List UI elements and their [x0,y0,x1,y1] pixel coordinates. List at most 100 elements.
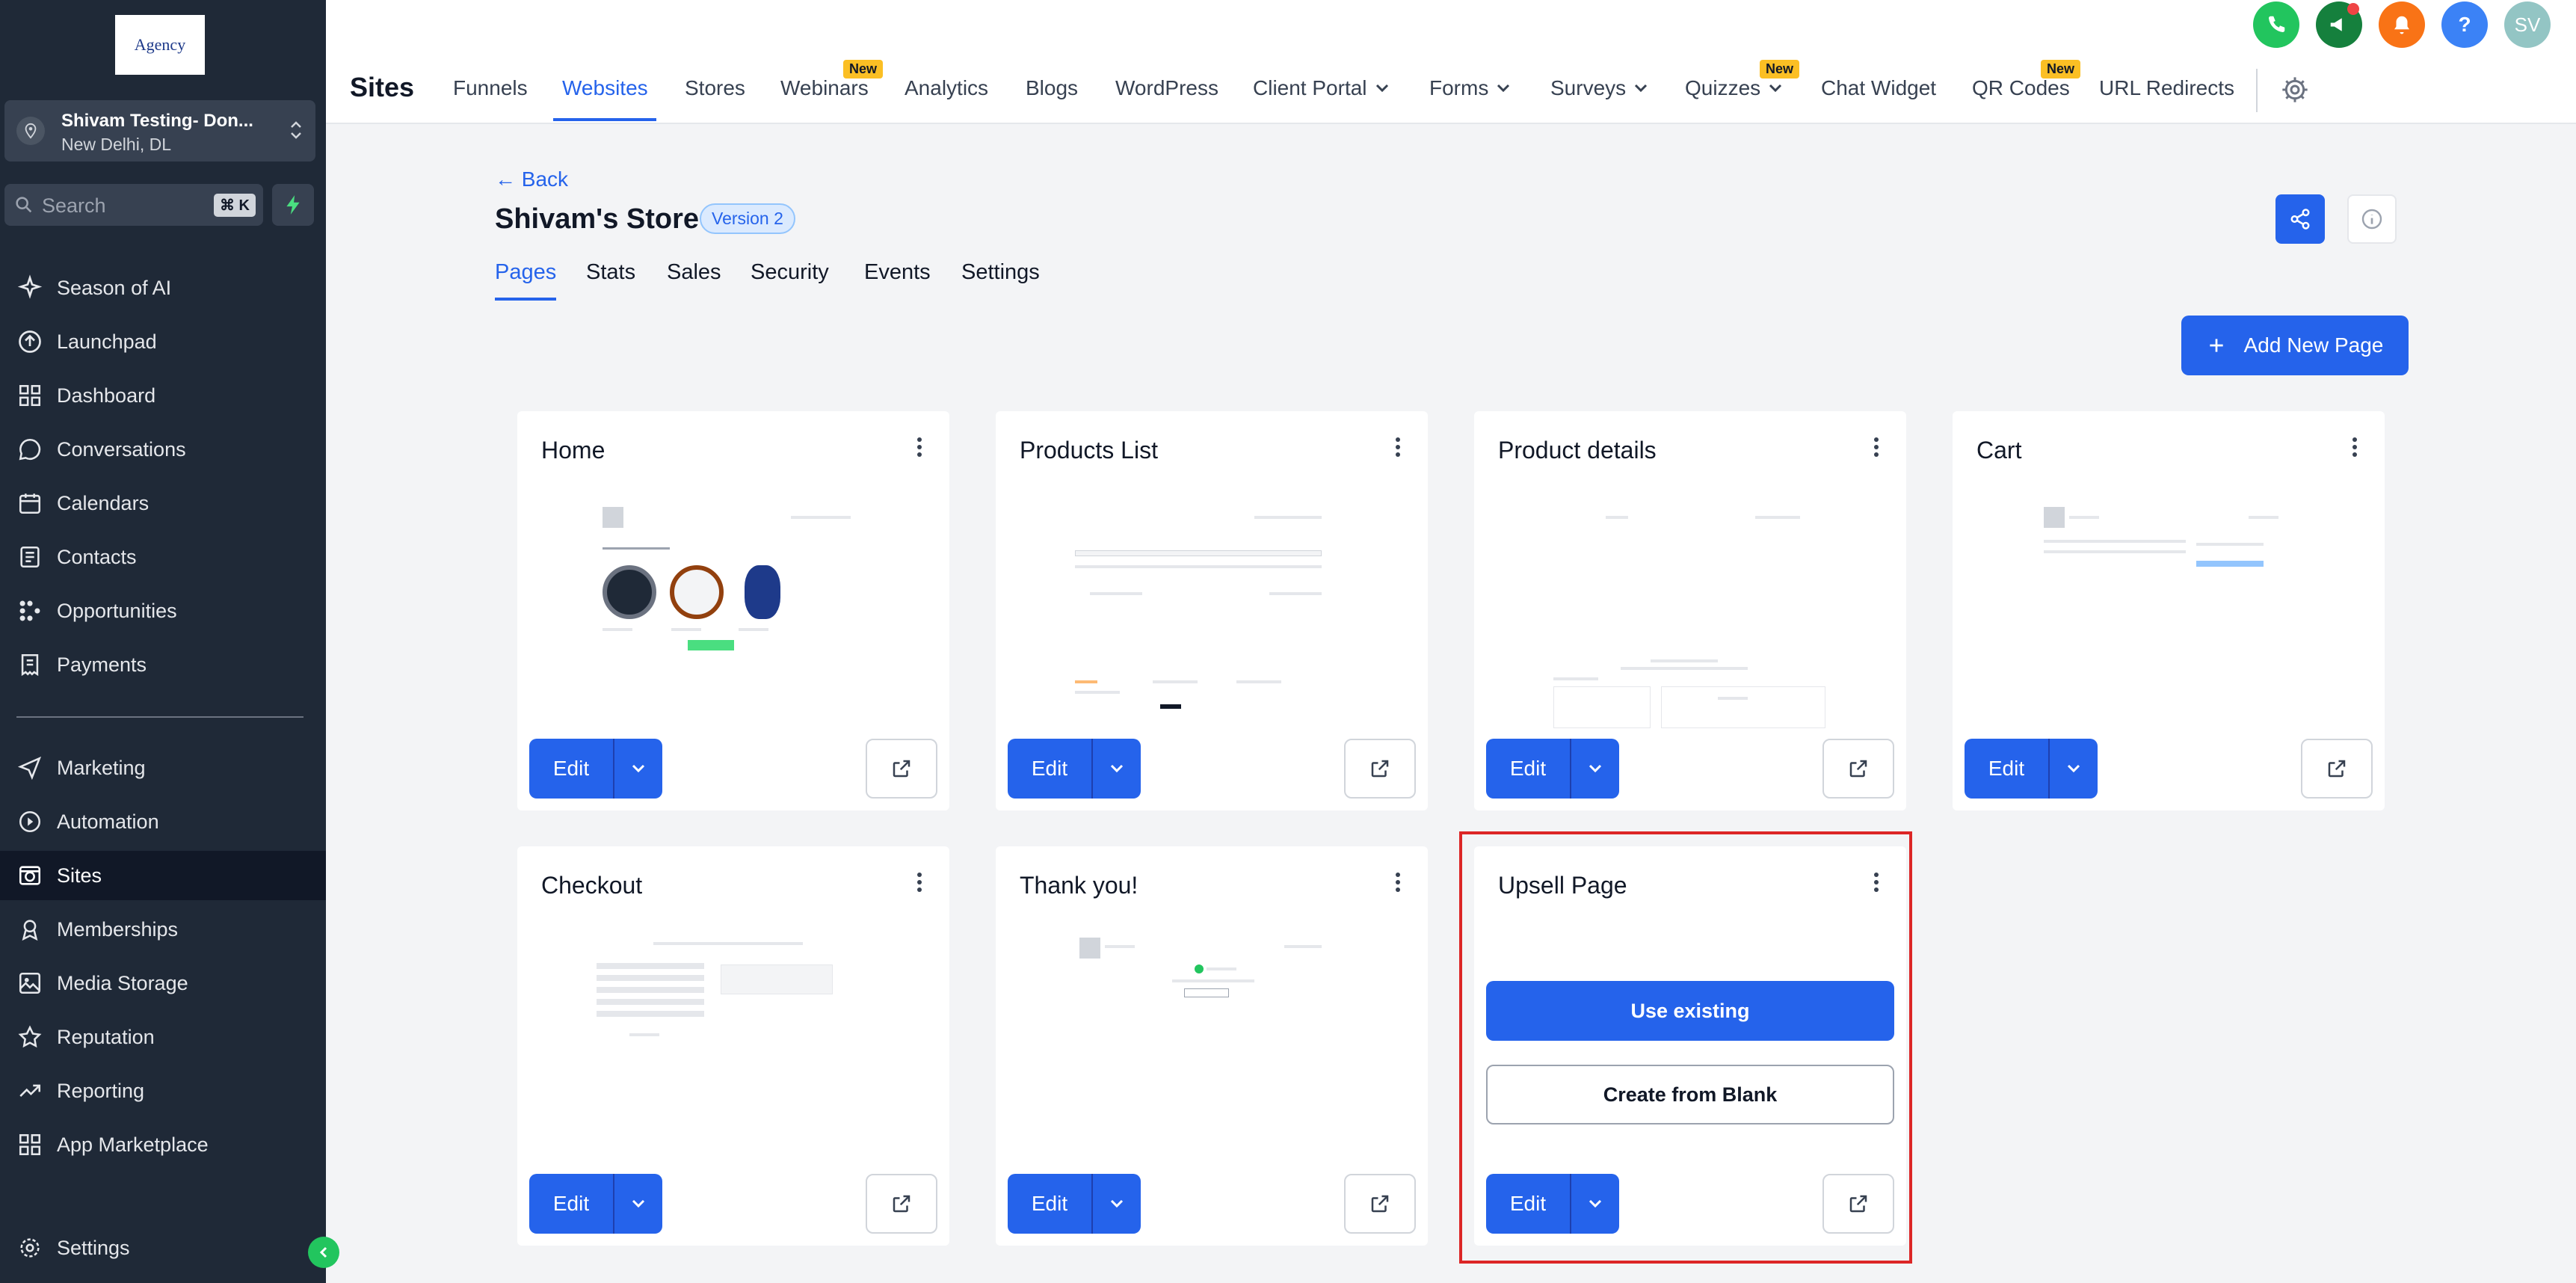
share-button[interactable] [2275,194,2325,244]
open-external-button[interactable] [1344,739,1416,799]
more-options-icon[interactable] [2352,437,2358,461]
chevron-updown-icon [289,117,303,147]
info-button[interactable] [2347,194,2397,244]
quick-actions-button[interactable] [272,184,314,226]
edit-button[interactable]: Edit [1486,739,1571,799]
subtab-events[interactable]: Events [864,260,931,285]
chevron-down-icon[interactable] [1093,1174,1141,1234]
sidebar-item-memberships[interactable]: Memberships [0,905,326,954]
chevron-down-icon[interactable] [2050,739,2098,799]
tab-analytics[interactable]: Analytics [905,76,988,100]
tab-stores[interactable]: Stores [685,76,745,100]
sidebar-item-opportunities[interactable]: Opportunities [0,586,326,636]
open-external-button[interactable] [1344,1174,1416,1234]
more-options-icon[interactable] [1873,437,1879,461]
help-button[interactable]: ? [2441,1,2488,48]
subtab-pages[interactable]: Pages [495,260,556,285]
sidebar-item-calendars[interactable]: Calendars [0,479,326,528]
sidebar-item-settings[interactable]: Settings [0,1223,326,1273]
sidebar-item-label: Media Storage [57,971,188,994]
notification-dot [2347,3,2359,15]
sidebar-item-label: Marketing [57,756,146,779]
agency-logo[interactable]: Agency [115,15,205,75]
more-options-icon[interactable] [916,437,922,461]
chevron-down-icon[interactable] [1093,739,1141,799]
chevron-down-icon [1497,84,1510,93]
chevron-down-icon[interactable] [1571,739,1619,799]
subtab-stats[interactable]: Stats [586,260,635,285]
tab-forms[interactable]: Forms [1429,76,1511,100]
open-external-button[interactable] [2301,739,2373,799]
sidebar: Agency Shivam Testing- Don... New Delhi,… [0,0,326,1283]
tab-blogs[interactable]: Blogs [1026,76,1078,100]
send-icon [15,753,45,783]
tab-funnels[interactable]: Funnels [453,76,528,100]
sidebar-item-contacts[interactable]: Contacts [0,532,326,582]
chevron-down-icon[interactable] [614,1174,662,1234]
tab-surveys[interactable]: Surveys [1550,76,1648,100]
subtab-settings[interactable]: Settings [961,260,1040,285]
edit-button[interactable]: Edit [1965,739,2050,799]
chevron-down-icon[interactable] [614,739,662,799]
sidebar-item-automation[interactable]: Automation [0,797,326,846]
page-card-title: Cart [1976,437,2022,464]
sidebar-item-payments[interactable]: Payments [0,640,326,689]
tab-websites[interactable]: Websites [562,76,648,100]
logo-text: Agency [134,35,186,54]
gear-icon[interactable] [2280,75,2310,108]
tab-client-portal[interactable]: Client Portal [1253,76,1390,100]
page-thumbnail [582,493,885,718]
contacts-icon [15,542,45,572]
sidebar-item-launchpad[interactable]: Launchpad [0,317,326,366]
subtab-security[interactable]: Security [751,260,829,285]
back-link[interactable]: ← Back [495,167,568,191]
tab-chat-widget[interactable]: Chat Widget [1821,76,1936,100]
open-external-button[interactable] [866,739,937,799]
tab-quizzes[interactable]: Quizzes [1685,76,1783,100]
sidebar-item-marketing[interactable]: Marketing [0,743,326,793]
page-card-product-details[interactable]: Product details Edit [1474,411,1906,810]
chevron-down-icon [1375,84,1388,93]
sidebar-item-conversations[interactable]: Conversations [0,425,326,474]
notifications-button[interactable] [2379,1,2425,48]
sidebar-item-reporting[interactable]: Reporting [0,1066,326,1116]
search-box[interactable]: Search ⌘ K [4,184,263,226]
sidebar-item-media-storage[interactable]: Media Storage [0,959,326,1008]
sidebar-item-season-of-ai[interactable]: Season of AI [0,263,326,313]
tab-qr-codes[interactable]: QR Codes [1972,76,2070,100]
subtab-sales[interactable]: Sales [667,260,721,285]
tab-webinars[interactable]: Webinars [780,76,869,100]
sidebar-item-sites[interactable]: Sites [0,851,326,900]
sidebar-divider [16,716,303,718]
page-card-cart[interactable]: Cart Edit [1953,411,2385,810]
tab-wordpress[interactable]: WordPress [1115,76,1218,100]
account-switcher[interactable]: Shivam Testing- Don... New Delhi, DL [4,100,315,161]
sidebar-item-app-marketplace[interactable]: App Marketplace [0,1120,326,1169]
edit-button[interactable]: Edit [529,739,614,799]
edit-button[interactable]: Edit [1008,739,1093,799]
edit-button[interactable]: Edit [1008,1174,1093,1234]
page-card-home[interactable]: Home Edit [517,411,949,810]
apps-icon [15,1130,45,1160]
sidebar-item-dashboard[interactable]: Dashboard [0,371,326,420]
page-card-products-list[interactable]: Products List Edit [996,411,1428,810]
page-card-thank-you[interactable]: Thank you! Edit [996,846,1428,1246]
more-options-icon[interactable] [1395,872,1401,896]
phone-button[interactable] [2253,1,2299,48]
announcements-button[interactable] [2316,1,2362,48]
open-external-button[interactable] [1822,739,1894,799]
open-external-button[interactable] [866,1174,937,1234]
rocket-icon [15,327,45,357]
page-card-checkout[interactable]: Checkout Edit [517,846,949,1246]
more-options-icon[interactable] [916,872,922,896]
more-options-icon[interactable] [1395,437,1401,461]
tab-url-redirects[interactable]: URL Redirects [2099,76,2234,100]
collapse-sidebar-button[interactable] [308,1237,339,1268]
add-new-page-button[interactable]: Add New Page [2181,316,2409,375]
avatar[interactable]: SV [2504,1,2551,48]
edit-button[interactable]: Edit [529,1174,614,1234]
chevron-down-icon [1769,84,1782,93]
add-new-page-label: Add New Page [2243,333,2384,357]
sidebar-item-reputation[interactable]: Reputation [0,1012,326,1062]
location-pin-icon [16,117,45,145]
